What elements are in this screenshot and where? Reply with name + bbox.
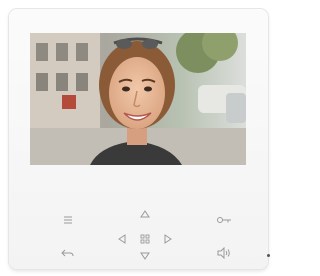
- key-icon: [217, 217, 231, 223]
- key-unlock-button[interactable]: [215, 211, 233, 229]
- speaker-button[interactable]: [215, 244, 233, 262]
- triangle-right-icon: [164, 234, 172, 244]
- nav-up-button[interactable]: [136, 205, 154, 223]
- grid-icon: [140, 234, 150, 244]
- speaker-icon: [217, 247, 230, 259]
- nav-center-button[interactable]: [136, 230, 154, 248]
- indicator-led: [267, 254, 270, 257]
- nav-right-button[interactable]: [159, 230, 177, 248]
- triangle-down-icon: [140, 252, 150, 260]
- nav-down-button[interactable]: [136, 247, 154, 265]
- menu-icon: [64, 216, 72, 224]
- triangle-up-icon: [140, 210, 150, 218]
- camera-feed-image: [30, 33, 246, 165]
- back-button[interactable]: [59, 244, 77, 262]
- return-arrow-icon: [61, 249, 74, 257]
- intercom-monitor: [9, 9, 270, 269]
- triangle-left-icon: [118, 234, 126, 244]
- video-screen: [30, 33, 246, 165]
- nav-left-button[interactable]: [113, 230, 131, 248]
- menu-button[interactable]: [59, 211, 77, 229]
